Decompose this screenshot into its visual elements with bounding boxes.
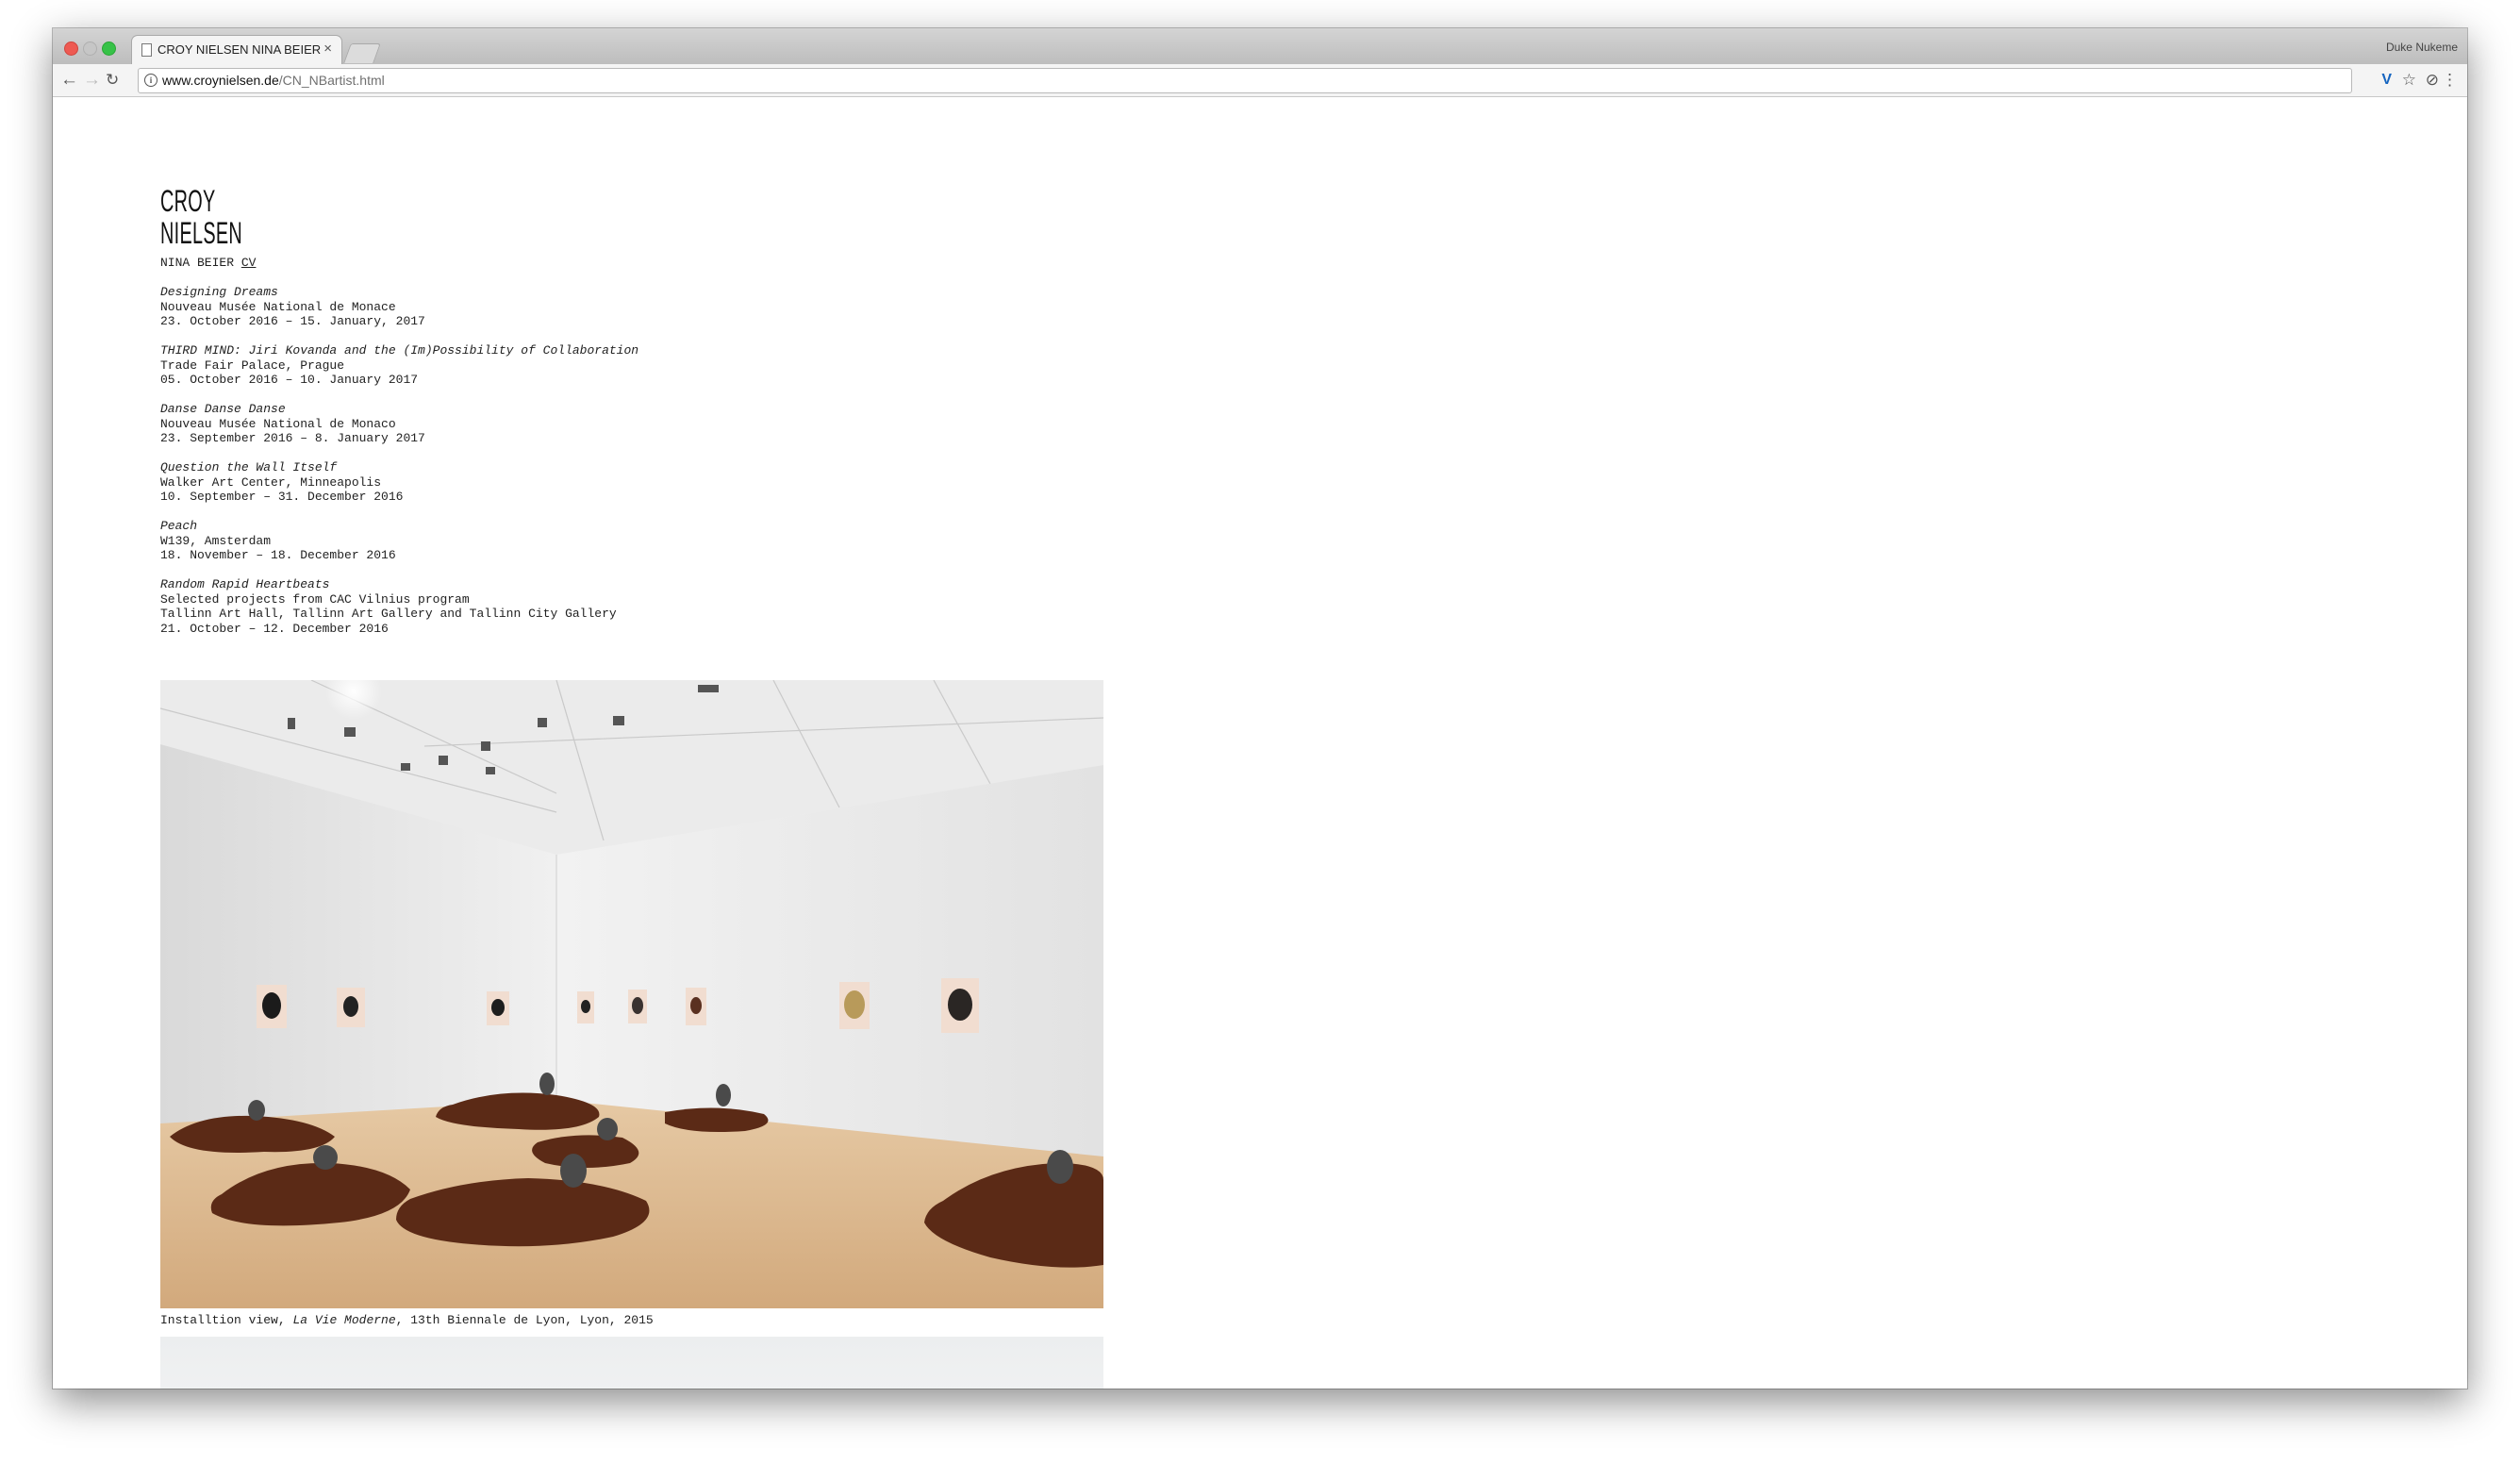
- exhibition-title: Question the Wall Itself: [160, 460, 338, 474]
- info-icon[interactable]: i: [144, 74, 158, 87]
- exhibition-dates: 05. October 2016 – 10. January 2017: [160, 373, 419, 387]
- exhibition-title: Designing Dreams: [160, 285, 278, 299]
- exhibition-item: Question the Wall Itself Walker Art Cent…: [160, 460, 1009, 505]
- exhibition-subtitle: Selected projects from CAC Vilnius progr…: [160, 591, 470, 607]
- url-path: /CN_NBartist.html: [278, 73, 385, 88]
- exhibition-dates: 23. September 2016 – 8. January 2017: [160, 431, 425, 445]
- extension-icon[interactable]: ⊘: [2426, 70, 2439, 91]
- logo-line-1: CROY: [160, 184, 216, 218]
- caption-suffix: , 13th Biennale de Lyon, Lyon, 2015: [395, 1313, 654, 1327]
- profile-name[interactable]: Duke Nukeme: [2386, 41, 2458, 54]
- exhibition-item: Peach W139, Amsterdam 18. November – 18.…: [160, 519, 1009, 563]
- forward-arrow-icon[interactable]: →: [83, 69, 101, 92]
- cv-link[interactable]: CV: [241, 256, 257, 270]
- exhibition-dates: 21. October – 12. December 2016: [160, 621, 389, 636]
- exhibition-dates: 18. November – 18. December 2016: [160, 548, 396, 562]
- bookmark-star-icon[interactable]: ☆: [2402, 70, 2416, 91]
- site-logo[interactable]: CROY NIELSEN: [160, 185, 242, 249]
- installation-photo: [160, 680, 1103, 1308]
- page-content: CROY NIELSEN NINA BEIER CV Designing Dre…: [53, 97, 2467, 1389]
- url-host: www.croynielsen.de: [162, 73, 279, 88]
- tab-title: CROY NIELSEN NINA BEIER: [158, 42, 322, 57]
- back-arrow-icon[interactable]: ←: [60, 69, 78, 92]
- tab-active[interactable]: CROY NIELSEN NINA BEIER ×: [132, 36, 341, 64]
- caption-prefix: Installtion view,: [160, 1313, 293, 1327]
- exhibition-item: Designing Dreams Nouveau Musée National …: [160, 285, 1009, 329]
- exhibition-title: Danse Danse Danse: [160, 402, 286, 416]
- exhibition-venue: Trade Fair Palace, Prague: [160, 358, 345, 373]
- exhibition-dates: 10. September – 31. December 2016: [160, 490, 404, 504]
- tab-close-icon[interactable]: ×: [323, 41, 332, 57]
- menu-dots-icon[interactable]: ⋮: [2442, 70, 2458, 91]
- extension-v-icon[interactable]: V: [2381, 70, 2392, 91]
- exhibition-dates: 23. October 2016 – 15. January, 2017: [160, 314, 425, 328]
- tab-strip: CROY NIELSEN NINA BEIER × Duke Nukeme: [53, 28, 2467, 64]
- address-bar[interactable]: i www.croynielsen.de/CN_NBartist.html: [138, 68, 2352, 93]
- window-close-button[interactable]: [64, 42, 78, 56]
- exhibition-venue: Tallinn Art Hall, Tallinn Art Gallery an…: [160, 607, 617, 621]
- document-icon: [141, 43, 152, 57]
- new-tab-button[interactable]: [343, 43, 381, 63]
- browser-window: CROY NIELSEN NINA BEIER × Duke Nukeme ← …: [53, 28, 2467, 1389]
- exhibition-title: Peach: [160, 519, 198, 533]
- artist-name: NINA BEIER: [160, 256, 235, 270]
- browser-toolbar: ← → ↻ i www.croynielsen.de/CN_NBartist.h…: [53, 64, 2467, 97]
- exhibition-venue: Nouveau Musée National de Monaco: [160, 416, 396, 431]
- exhibition-item: THIRD MIND: Jiri Kovanda and the (Im)Pos…: [160, 343, 1009, 388]
- url-text[interactable]: www.croynielsen.de/CN_NBartist.html: [162, 73, 385, 88]
- photo-caption: Installtion view, La Vie Moderne, 13th B…: [160, 1313, 654, 1328]
- reload-icon[interactable]: ↻: [106, 69, 119, 92]
- window-maximize-button[interactable]: [102, 42, 116, 56]
- logo-line-2: NIELSEN: [160, 216, 243, 250]
- artist-heading: NINA BEIER CV: [160, 256, 256, 271]
- exhibition-venue: Walker Art Center, Minneapolis: [160, 474, 382, 490]
- exhibition-venue: W139, Amsterdam: [160, 533, 272, 548]
- exhibition-venue: Nouveau Musée National de Monace: [160, 299, 396, 314]
- window-minimize-button[interactable]: [83, 42, 97, 56]
- caption-title: La Vie Moderne: [292, 1313, 396, 1327]
- exhibition-title: THIRD MIND: Jiri Kovanda and the (Im)Pos…: [160, 343, 639, 358]
- installation-photo-2: [160, 1337, 1103, 1389]
- exhibition-list: Designing Dreams Nouveau Musée National …: [160, 285, 1009, 651]
- exhibition-item: Danse Danse Danse Nouveau Musée National…: [160, 402, 1009, 446]
- exhibition-title: Random Rapid Heartbeats: [160, 577, 330, 591]
- exhibition-item: Random Rapid Heartbeats Selected project…: [160, 577, 1009, 636]
